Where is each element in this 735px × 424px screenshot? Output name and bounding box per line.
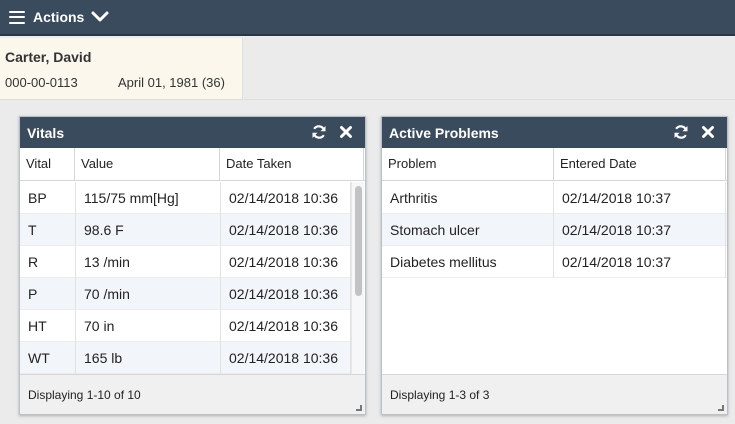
vitals-panel: Vitals Vital Value Date Taken BP 115/75 … bbox=[19, 116, 366, 415]
column-header-entered-date[interactable]: Entered Date bbox=[554, 148, 726, 180]
problem-date: 02/14/2018 10:37 bbox=[554, 246, 726, 278]
table-row[interactable]: Diabetes mellitus 02/14/2018 10:37 bbox=[382, 246, 727, 278]
patient-id: 000-00-0113 bbox=[5, 75, 78, 90]
vital-date: 02/14/2018 10:36 bbox=[221, 278, 351, 310]
table-row[interactable]: BP 115/75 mm[Hg] 02/14/2018 10:36 bbox=[20, 182, 351, 214]
table-row[interactable]: P 70 /min 02/14/2018 10:36 bbox=[20, 278, 351, 310]
vitals-paging-info: Displaying 1-10 of 10 bbox=[28, 388, 141, 402]
problem-date: 02/14/2018 10:37 bbox=[554, 214, 726, 246]
patient-name: Carter, David bbox=[5, 49, 92, 65]
vital-date: 02/14/2018 10:36 bbox=[221, 310, 351, 342]
vital-value: 70 in bbox=[76, 310, 221, 342]
actions-menu-button[interactable]: Actions bbox=[9, 0, 109, 34]
table-row[interactable]: Stomach ulcer 02/14/2018 10:37 bbox=[382, 214, 727, 246]
chevron-down-icon bbox=[91, 11, 109, 22]
table-row[interactable]: HT 70 in 02/14/2018 10:36 bbox=[20, 310, 351, 342]
vital-name: P bbox=[20, 278, 76, 310]
vitals-panel-header: Vitals bbox=[20, 117, 365, 148]
patient-banner: Carter, David 000-00-0113 April 01, 1981… bbox=[0, 38, 243, 100]
close-icon[interactable] bbox=[700, 124, 716, 140]
table-row[interactable]: Arthritis 02/14/2018 10:37 bbox=[382, 182, 727, 214]
table-row[interactable]: T 98.6 F 02/14/2018 10:36 bbox=[20, 214, 351, 246]
problems-panel-footer: Displaying 1-3 of 3 bbox=[382, 374, 727, 414]
vital-name: T bbox=[20, 214, 76, 246]
refresh-icon[interactable] bbox=[673, 124, 689, 140]
close-icon[interactable] bbox=[338, 124, 354, 140]
column-header-value[interactable]: Value bbox=[75, 148, 220, 180]
vital-name: R bbox=[20, 246, 76, 278]
problem-name: Diabetes mellitus bbox=[382, 246, 554, 278]
table-row[interactable]: R 13 /min 02/14/2018 10:36 bbox=[20, 246, 351, 278]
table-row[interactable]: WT 165 lb 02/14/2018 10:36 bbox=[20, 342, 351, 374]
vital-date: 02/14/2018 10:36 bbox=[221, 214, 351, 246]
column-header-problem[interactable]: Problem bbox=[382, 148, 554, 180]
vital-value: 165 lb bbox=[76, 342, 221, 374]
vital-value: 98.6 F bbox=[76, 214, 221, 246]
vitals-column-headers: Vital Value Date Taken bbox=[20, 148, 365, 181]
top-toolbar: Actions bbox=[0, 0, 735, 36]
refresh-icon[interactable] bbox=[311, 124, 327, 140]
vital-name: BP bbox=[20, 182, 76, 214]
vital-name: WT bbox=[20, 342, 76, 374]
vitals-panel-title: Vitals bbox=[27, 125, 65, 141]
hamburger-menu-icon bbox=[9, 10, 25, 24]
problems-table-body: Arthritis 02/14/2018 10:37 Stomach ulcer… bbox=[382, 182, 727, 376]
patient-dob: April 01, 1981 (36) bbox=[118, 75, 225, 90]
problems-paging-info: Displaying 1-3 of 3 bbox=[390, 388, 490, 402]
actions-label: Actions bbox=[33, 9, 85, 25]
vital-value: 70 /min bbox=[76, 278, 221, 310]
vitals-scrollbar[interactable] bbox=[351, 182, 364, 375]
vital-value: 115/75 mm[Hg] bbox=[76, 182, 221, 214]
vitals-panel-footer: Displaying 1-10 of 10 bbox=[20, 374, 365, 414]
resize-handle-icon[interactable] bbox=[356, 405, 362, 411]
problems-panel-title: Active Problems bbox=[389, 125, 499, 141]
vital-name: HT bbox=[20, 310, 76, 342]
vital-date: 02/14/2018 10:36 bbox=[221, 342, 351, 374]
vitals-table-body: BP 115/75 mm[Hg] 02/14/2018 10:36 T 98.6… bbox=[20, 182, 351, 375]
resize-handle-icon[interactable] bbox=[718, 405, 724, 411]
active-problems-panel: Active Problems Problem Entered Date Art… bbox=[381, 116, 728, 415]
vital-date: 02/14/2018 10:36 bbox=[221, 246, 351, 278]
problems-column-headers: Problem Entered Date bbox=[382, 148, 727, 181]
banner-filler bbox=[244, 38, 735, 100]
column-header-vital[interactable]: Vital bbox=[20, 148, 75, 180]
vital-value: 13 /min bbox=[76, 246, 221, 278]
scrollbar-thumb[interactable] bbox=[355, 186, 362, 296]
problem-name: Stomach ulcer bbox=[382, 214, 554, 246]
vital-date: 02/14/2018 10:36 bbox=[221, 182, 351, 214]
problem-name: Arthritis bbox=[382, 182, 554, 214]
problem-date: 02/14/2018 10:37 bbox=[554, 182, 726, 214]
column-header-date-taken[interactable]: Date Taken bbox=[220, 148, 364, 180]
problems-panel-header: Active Problems bbox=[382, 117, 727, 148]
